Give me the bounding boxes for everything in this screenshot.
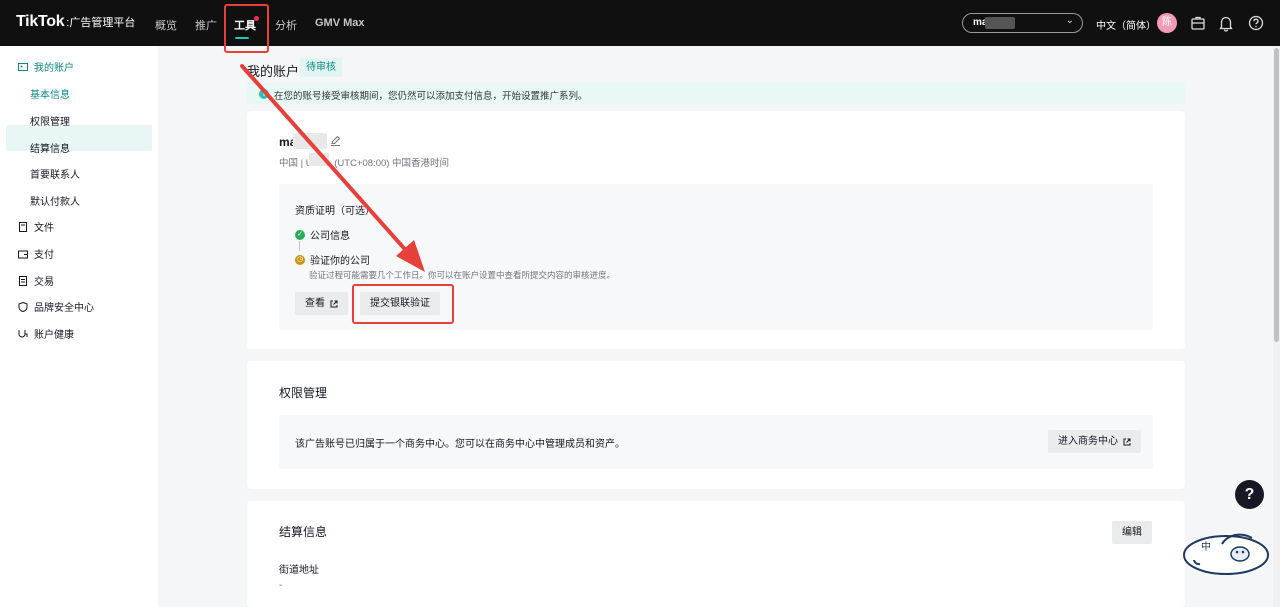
status-badge: 待审核 bbox=[300, 58, 342, 77]
enter-business-center-button[interactable]: 进入商务中心 bbox=[1048, 430, 1141, 453]
logo-text: TikTok bbox=[16, 13, 65, 30]
billing-card: 结算信息 编辑 街道地址 - bbox=[247, 501, 1185, 607]
receipt-icon bbox=[19, 275, 27, 286]
verification-description: 验证过程可能需要几个工作日。你可以在账户设置中查看所提交内容的审核进度。 bbox=[309, 270, 616, 280]
business-center-text: 该广告账号已归属于一个商务中心。您可以在商务中心中管理成员和资产。 bbox=[295, 439, 625, 450]
sidebar-sub-default-payer[interactable]: 默认付款人 bbox=[30, 193, 80, 208]
active-item-highlight bbox=[6, 125, 152, 151]
mascot-label: 中 bbox=[1201, 540, 1211, 553]
nav-overview[interactable]: 概览 bbox=[155, 17, 177, 33]
sidebar-item-label: 交易 bbox=[34, 277, 54, 288]
external-link-icon bbox=[1123, 438, 1131, 445]
sidebar-item-account-health[interactable]: 账户健康 bbox=[18, 326, 74, 341]
sidebar-item-brand-safety[interactable]: 品牌安全中心 bbox=[18, 299, 94, 314]
external-link-icon bbox=[330, 300, 338, 307]
sidebar-item-label: 支付 bbox=[34, 250, 54, 261]
permissions-title: 权限管理 bbox=[279, 386, 328, 400]
sidebar-item-label: 品牌安全中心 bbox=[34, 303, 94, 314]
wallet-icon bbox=[18, 250, 28, 258]
sidebar-item-documents[interactable]: 文件 bbox=[18, 219, 54, 234]
street-address-value: - bbox=[279, 580, 283, 591]
info-icon: i bbox=[259, 89, 269, 99]
health-icon bbox=[18, 329, 28, 337]
street-address-label: 街道地址 bbox=[279, 565, 319, 576]
language-selector[interactable]: 中文（简体） bbox=[1096, 17, 1156, 32]
step-company-info: ✓ 公司信息 bbox=[295, 227, 350, 242]
document-icon bbox=[19, 221, 27, 232]
info-banner-text: 在您的账号接受审核期间，您仍然可以添加支付信息，开始设置推广系列。 bbox=[274, 91, 588, 102]
sidebar-item-payment[interactable]: 支付 bbox=[18, 246, 54, 261]
logo-subtitle: :广告管理平台 bbox=[66, 17, 136, 29]
account-card-icon bbox=[18, 62, 28, 71]
sidebar-item-my-account[interactable]: 我的账户 bbox=[18, 59, 74, 74]
qualification-title: 资质证明（可选） bbox=[295, 206, 375, 217]
scrollbar-thumb[interactable] bbox=[1274, 48, 1279, 342]
edit-billing-button[interactable]: 编辑 bbox=[1112, 521, 1152, 544]
shield-icon bbox=[18, 301, 28, 312]
sidebar-item-transactions[interactable]: 交易 bbox=[18, 273, 54, 288]
sidebar: 我的账户 基本信息 权限管理 结算信息 首要联系人 默认付款人 文件 支付 交易… bbox=[0, 46, 158, 607]
page-title: 我的账户 bbox=[247, 64, 300, 79]
top-navigation-bar: TikTok :广告管理平台 概览 推广 工具 分析 GMV Max ma ⌄ … bbox=[0, 0, 1280, 46]
clock-icon: ◷ bbox=[295, 254, 305, 265]
business-center-panel: 该广告账号已归属于一个商务中心。您可以在商务中心中管理成员和资产。 进入商务中心 bbox=[279, 415, 1153, 469]
nav-promotion[interactable]: 推广 bbox=[195, 17, 217, 33]
redacted-block bbox=[293, 133, 327, 149]
sidebar-sub-primary-contact[interactable]: 首要联系人 bbox=[30, 166, 80, 181]
sidebar-item-label: 文件 bbox=[34, 223, 54, 234]
tiktok-ads-logo[interactable]: TikTok :广告管理平台 bbox=[16, 13, 135, 31]
sidebar-item-label: 账户健康 bbox=[34, 330, 74, 341]
annotation-highlight-submit bbox=[352, 284, 454, 324]
help-circle-icon[interactable] bbox=[1246, 13, 1266, 33]
sidebar-sub-basic-info[interactable]: 基本信息 bbox=[30, 86, 70, 101]
help-float-button[interactable]: ? bbox=[1235, 480, 1264, 509]
step-verify-company: ◷ 验证你的公司 bbox=[295, 252, 370, 267]
step-label: 验证你的公司 bbox=[310, 256, 370, 267]
permissions-card: 权限管理 该广告账号已归属于一个商务中心。您可以在商务中心中管理成员和资产。 进… bbox=[247, 361, 1185, 489]
redacted-block bbox=[985, 17, 1015, 29]
assistant-mascot-icon[interactable]: 中 bbox=[1182, 528, 1270, 576]
sidebar-item-label: 我的账户 bbox=[34, 63, 74, 74]
briefcase-icon[interactable] bbox=[1188, 13, 1208, 33]
account-selector[interactable]: ma ⌄ bbox=[962, 13, 1083, 33]
step-label: 公司信息 bbox=[310, 231, 350, 242]
view-button-label: 查看 bbox=[305, 298, 325, 309]
step-connector bbox=[299, 241, 300, 251]
nav-gmv-max[interactable]: GMV Max bbox=[315, 17, 365, 29]
user-avatar[interactable]: 陈 bbox=[1157, 13, 1177, 33]
edit-pencil-icon[interactable] bbox=[330, 135, 341, 146]
enter-business-center-label: 进入商务中心 bbox=[1058, 436, 1118, 447]
edit-button-label: 编辑 bbox=[1122, 527, 1142, 538]
redacted-block bbox=[309, 153, 329, 166]
billing-title: 结算信息 bbox=[279, 525, 328, 539]
view-button[interactable]: 查看 bbox=[295, 292, 348, 315]
info-banner: i 在您的账号接受审核期间，您仍然可以添加支付信息，开始设置推广系列。 bbox=[247, 83, 1185, 104]
chevron-down-icon: ⌄ bbox=[1065, 15, 1074, 26]
check-icon: ✓ bbox=[295, 229, 305, 240]
nav-analytics[interactable]: 分析 bbox=[275, 17, 297, 33]
bell-icon[interactable] bbox=[1216, 13, 1236, 33]
sidebar-sub-billing[interactable]: 结算信息 bbox=[30, 140, 70, 155]
sidebar-sub-permissions[interactable]: 权限管理 bbox=[30, 113, 70, 128]
account-region-currency-timezone: 中国 | USD · (UTC+08:00) 中国香港时间 bbox=[279, 158, 450, 169]
annotation-highlight-tools bbox=[224, 4, 269, 53]
